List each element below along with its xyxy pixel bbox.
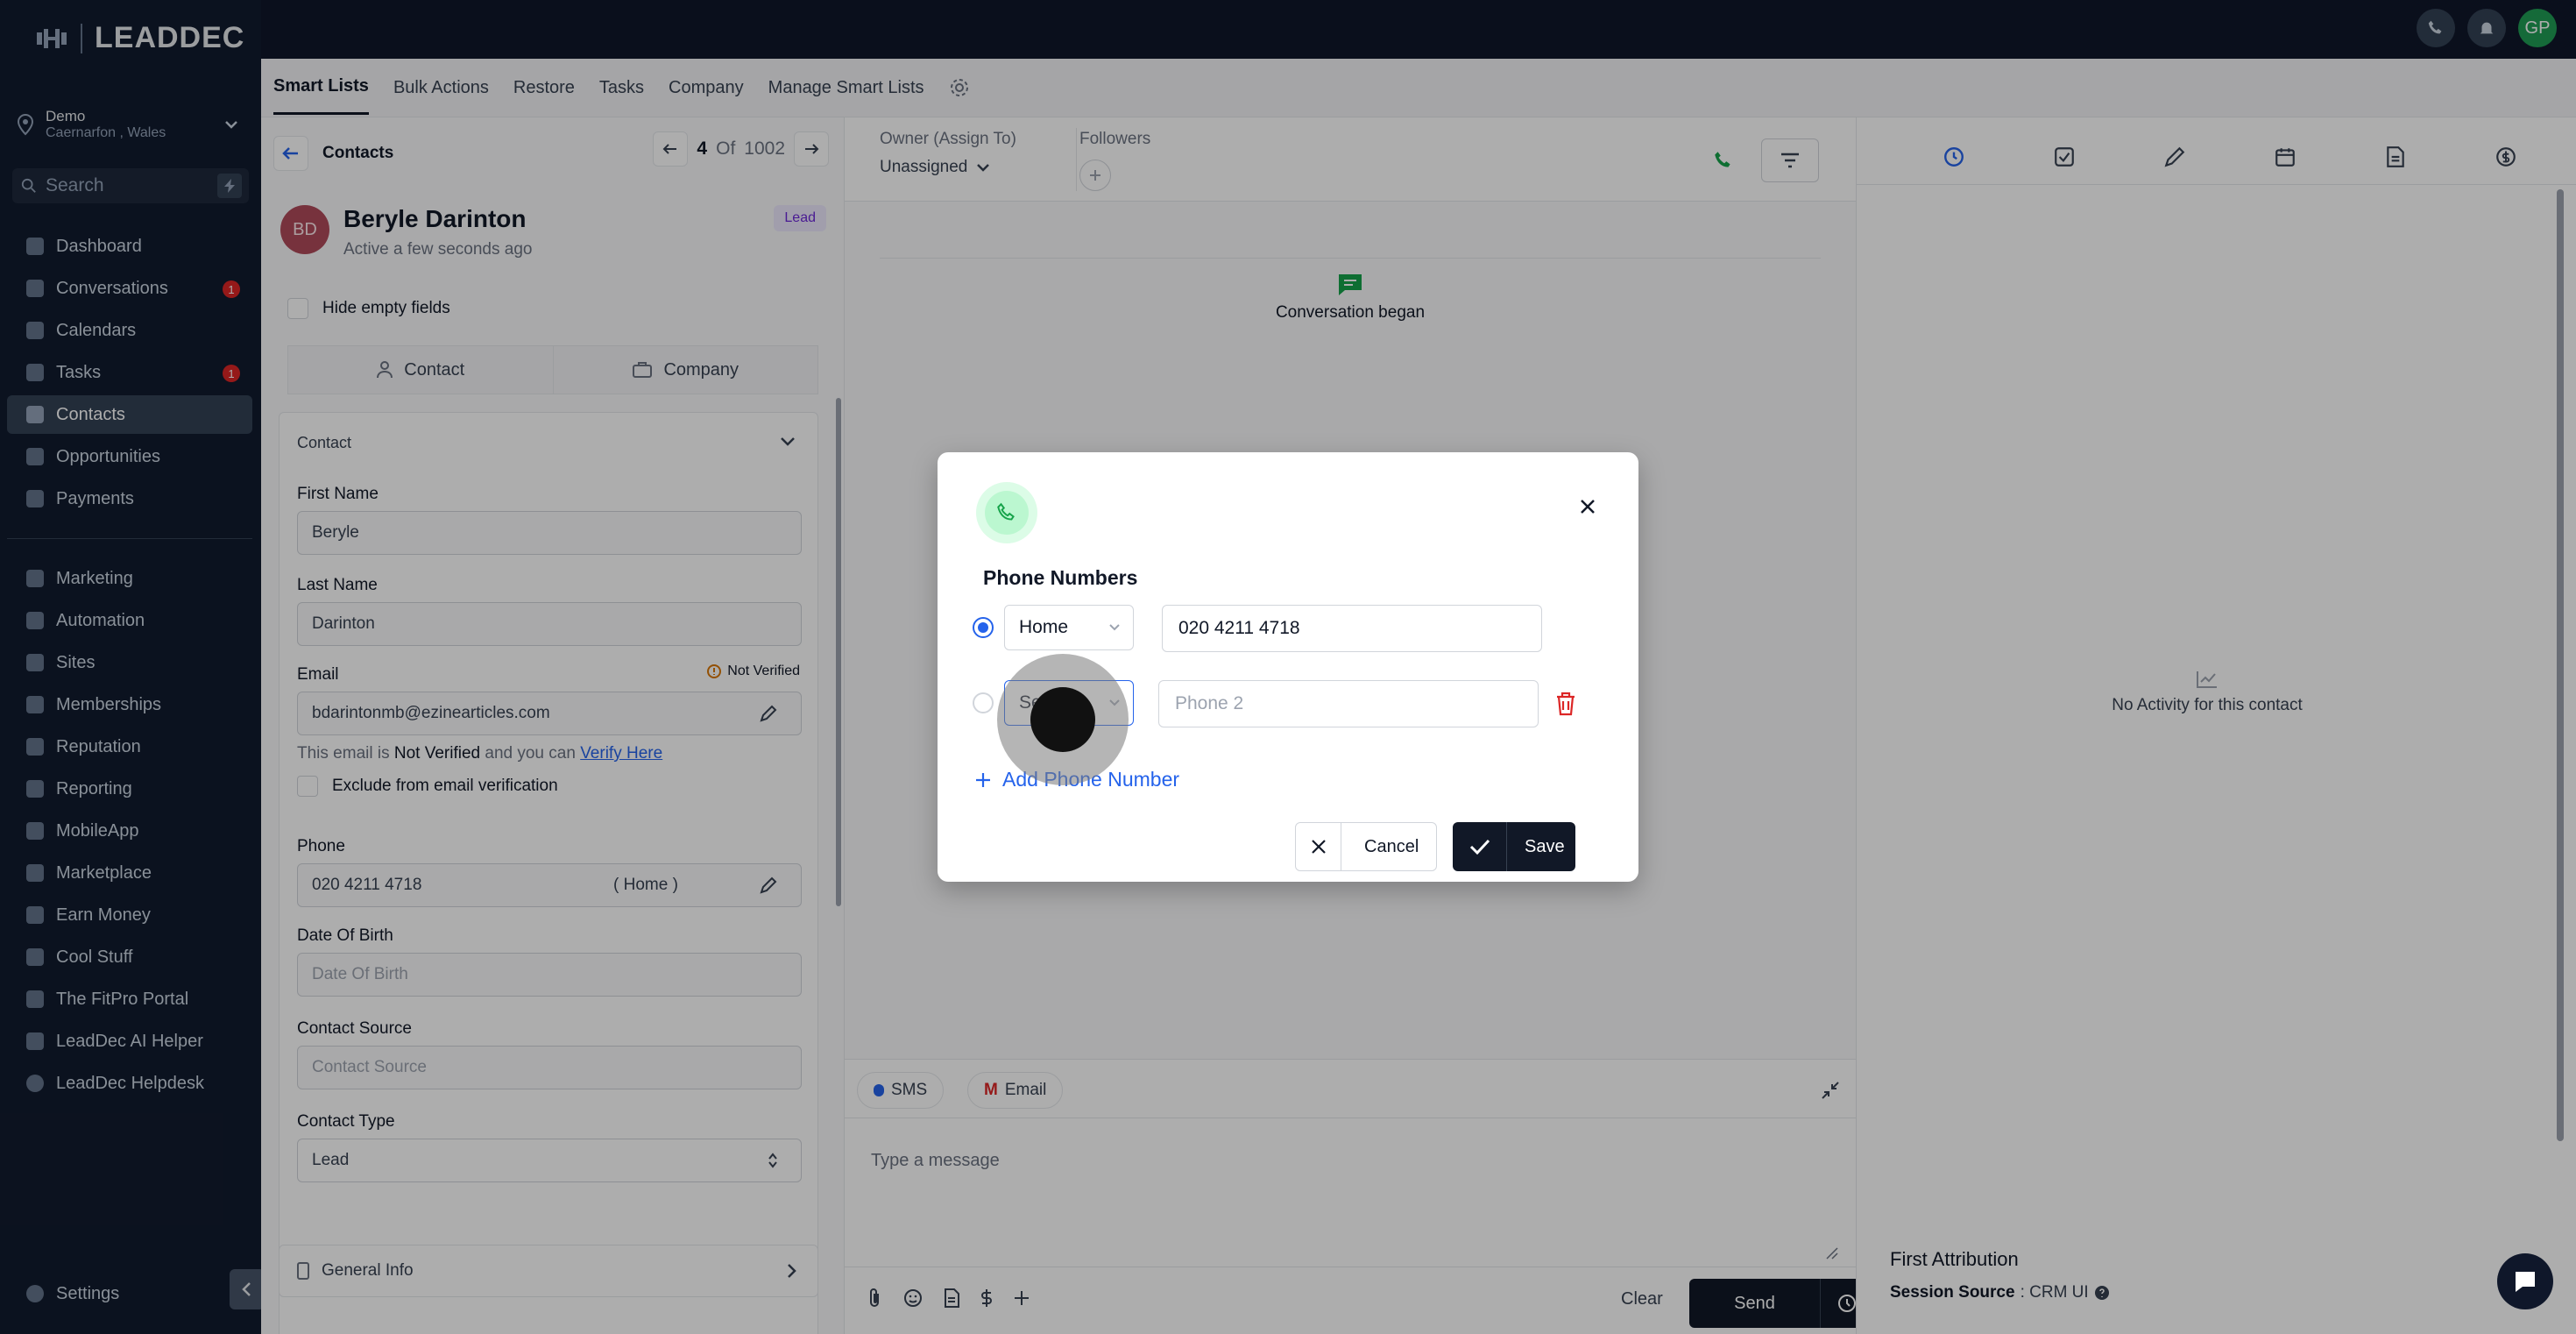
modal-title: Phone Numbers — [983, 566, 1138, 589]
phone-header-icon — [976, 482, 1037, 543]
check-icon — [1469, 839, 1490, 855]
phone-number-input-1[interactable]: 020 4211 4718 — [1162, 605, 1542, 652]
support-chat-button[interactable] — [2497, 1253, 2553, 1309]
save-button[interactable]: Save — [1453, 822, 1575, 871]
cancel-button[interactable]: Cancel — [1295, 822, 1437, 871]
phone-type-select-1[interactable]: Home — [1004, 605, 1134, 650]
primary-phone-radio-1[interactable] — [973, 617, 994, 638]
chevron-down-icon — [1109, 624, 1120, 631]
trash-icon[interactable] — [1554, 691, 1577, 717]
close-icon — [1581, 500, 1595, 514]
cursor-dot — [1030, 687, 1095, 752]
phone-icon — [997, 502, 1015, 521]
close-icon — [1311, 840, 1326, 854]
chat-icon — [2516, 1272, 2535, 1292]
primary-phone-radio-2[interactable] — [973, 692, 994, 713]
phone-number-input-2[interactable]: Phone 2 — [1158, 680, 1539, 727]
close-modal-button[interactable] — [1574, 493, 1602, 521]
plus-icon — [976, 772, 990, 787]
